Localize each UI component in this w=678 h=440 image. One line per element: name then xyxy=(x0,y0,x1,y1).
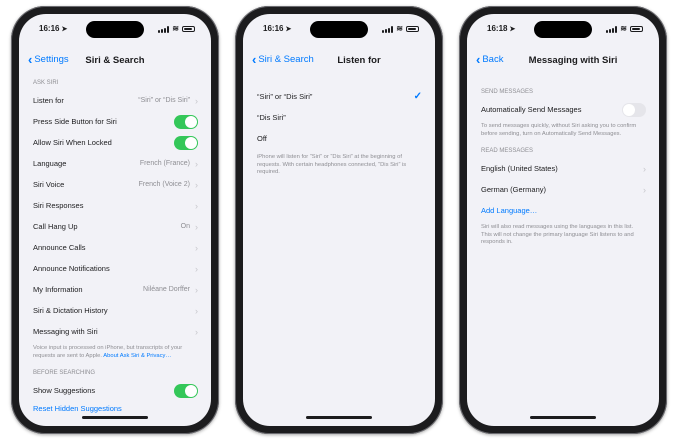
row-call-hang-up[interactable]: Call Hang Up On › xyxy=(19,216,211,237)
status-bar: 16:16 ➤ ≋ xyxy=(243,24,435,38)
row-show-suggestions: Show Suggestions xyxy=(19,380,211,401)
signal-icon xyxy=(382,25,394,33)
chevron-right-icon: › xyxy=(195,158,198,169)
chevron-right-icon: › xyxy=(195,242,198,253)
toggle-show-suggestions[interactable] xyxy=(174,383,198,398)
chevron-right-icon: › xyxy=(195,200,198,211)
home-indicator xyxy=(82,416,148,419)
section-header-ask-siri: ASK SIRI xyxy=(33,80,59,86)
wifi-icon: ≋ xyxy=(620,24,627,33)
row-language[interactable]: Language French (France) › xyxy=(19,153,211,174)
battery-icon xyxy=(630,26,643,32)
navigation-bar: ‹ Back Messaging with Siri xyxy=(467,51,659,72)
checkmark-icon: ✓ xyxy=(413,91,422,102)
chevron-right-icon: › xyxy=(643,184,646,195)
row-my-information[interactable]: My Information Niléane Dorffer › xyxy=(19,279,211,300)
reset-hidden-suggestions-button[interactable]: Reset Hidden Suggestions xyxy=(19,401,211,415)
chevron-right-icon: › xyxy=(195,263,198,274)
row-listen-for[interactable]: Listen for “Siri” or “Dis Siri” › xyxy=(19,90,211,111)
status-time: 16:16 xyxy=(263,24,284,33)
chevron-right-icon: › xyxy=(195,95,198,106)
page-title: Listen for xyxy=(337,55,381,66)
location-icon: ➤ xyxy=(509,26,516,33)
chevron-left-icon: ‹ xyxy=(252,51,257,67)
privacy-footnote: Voice input is processed on iPhone, but … xyxy=(33,345,183,359)
row-announce-notifications[interactable]: Announce Notifications › xyxy=(19,258,211,279)
toggle-allow-when-locked[interactable] xyxy=(174,135,198,150)
row-announce-calls[interactable]: Announce Calls › xyxy=(19,237,211,258)
location-icon: ➤ xyxy=(285,26,292,33)
chevron-right-icon: › xyxy=(643,163,646,174)
chevron-right-icon: › xyxy=(195,326,198,337)
row-auto-send: Automatically Send Messages xyxy=(467,99,659,120)
listen-for-footnote: iPhone will listen for “Siri” or “Dis Si… xyxy=(257,154,407,175)
about-privacy-link[interactable]: About Ask Siri & Privacy… xyxy=(103,353,171,359)
phone-listen-for: 16:16 ➤ ≋ ‹ Siri & Search Listen for “Siri… xyxy=(235,6,443,434)
send-footnote: To send messages quickly, without Siri a… xyxy=(481,123,637,137)
wifi-icon: ≋ xyxy=(396,24,403,33)
option-siri-or-dis-siri[interactable]: “Siri” or “Dis Siri” ✓ xyxy=(243,86,435,107)
row-press-side-button: Press Side Button for Siri xyxy=(19,111,211,132)
status-bar: 16:18 ➤ ≋ xyxy=(467,24,659,38)
signal-icon xyxy=(158,25,170,33)
language-row-english[interactable]: English (United States) › xyxy=(467,158,659,179)
language-row-german[interactable]: German (Germany) › xyxy=(467,179,659,200)
option-dis-siri[interactable]: “Dis Siri” xyxy=(243,107,435,128)
chevron-right-icon: › xyxy=(195,179,198,190)
messaging-settings: SEND MESSAGES Automatically Send Message… xyxy=(467,85,659,426)
row-siri-responses[interactable]: Siri Responses › xyxy=(19,195,211,216)
page-title: Messaging with Siri xyxy=(528,55,618,66)
option-off[interactable]: Off xyxy=(243,128,435,149)
toggle-press-side-button[interactable] xyxy=(174,114,198,129)
navigation-bar: ‹ Settings Siri & Search xyxy=(19,53,211,72)
chevron-left-icon: ‹ xyxy=(476,51,481,67)
status-time: 16:16 xyxy=(39,24,60,33)
chevron-right-icon: › xyxy=(195,221,198,232)
battery-icon xyxy=(182,26,195,32)
section-header-before-searching: BEFORE SEARCHING xyxy=(33,370,96,376)
home-indicator xyxy=(530,416,596,419)
wifi-icon: ≋ xyxy=(172,24,179,33)
chevron-right-icon: › xyxy=(195,305,198,316)
options-list: “Siri” or “Dis Siri” ✓ “Dis Siri” Off iPh… xyxy=(243,86,435,426)
battery-icon xyxy=(406,26,419,32)
read-footnote: Siri will also read messages using the l… xyxy=(481,224,634,245)
section-header-send-messages: SEND MESSAGES xyxy=(481,89,534,95)
page-title: Siri & Search xyxy=(85,55,145,66)
status-bar: 16:16 ➤ ≋ xyxy=(19,24,211,38)
phone-siri-search: 16:16 ➤ ≋ ‹ Settings Siri & Search ASK SIR… xyxy=(11,6,219,434)
section-header-read-messages: READ MESSAGES xyxy=(481,148,534,154)
settings-list: ASK SIRI Listen for “Siri” or “Dis Siri” ›… xyxy=(19,78,211,426)
screen: 16:16 ➤ ≋ ‹ Siri & Search Listen for “Siri… xyxy=(243,14,435,426)
row-dictation-history[interactable]: Siri & Dictation History › xyxy=(19,300,211,321)
screen: 16:18 ➤ ≋ ‹ Back Messaging with Siri SEND … xyxy=(467,14,659,426)
home-indicator xyxy=(306,416,372,419)
navigation-bar: ‹ Siri & Search Listen for xyxy=(243,51,435,72)
screen: 16:16 ➤ ≋ ‹ Settings Siri & Search ASK SIR… xyxy=(19,14,211,426)
row-messaging-with-siri[interactable]: Messaging with Siri › xyxy=(19,321,211,342)
location-icon: ➤ xyxy=(61,26,68,33)
phone-messaging-with-siri: 16:18 ➤ ≋ ‹ Back Messaging with Siri SEND … xyxy=(459,6,667,434)
toggle-auto-send[interactable] xyxy=(622,102,646,117)
signal-icon xyxy=(606,25,618,33)
row-allow-when-locked: Allow Siri When Locked xyxy=(19,132,211,153)
row-siri-voice[interactable]: Siri Voice French (Voice 2) › xyxy=(19,174,211,195)
status-time: 16:18 xyxy=(487,24,508,33)
add-language-button[interactable]: Add Language… xyxy=(467,200,659,221)
chevron-right-icon: › xyxy=(195,284,198,295)
